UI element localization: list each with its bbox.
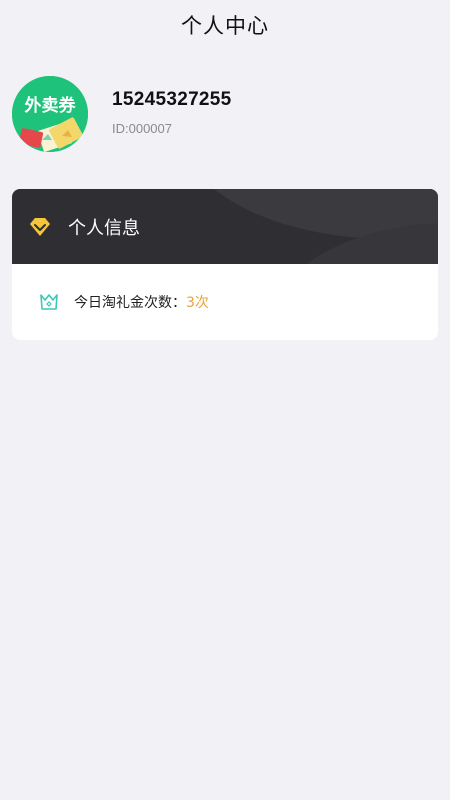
crown-icon [40, 294, 58, 310]
top-bar: 个人中心 [0, 0, 450, 50]
user-phone: 15245327255 [112, 88, 232, 110]
page-title: 个人中心 [181, 14, 269, 38]
avatar[interactable]: 外卖券 [12, 76, 88, 152]
profile-section: 外卖券 15245327255 ID:000007 [12, 76, 232, 152]
stat-value: 3次 [186, 295, 209, 311]
card-title: 个人信息 [68, 217, 140, 239]
stat-label: 今日淘礼金次数： [74, 295, 186, 311]
card-header[interactable]: 个人信息 [12, 189, 438, 264]
personal-info-card: 个人信息 今日淘礼金次数： 3次 [12, 189, 438, 340]
user-id: ID:000007 [112, 120, 172, 136]
profile-info: 15245327255 ID:000007 [112, 89, 232, 136]
avatar-text: 外卖券 [24, 96, 76, 116]
diamond-icon [30, 217, 50, 236]
card-body: 今日淘礼金次数： 3次 [12, 264, 438, 340]
